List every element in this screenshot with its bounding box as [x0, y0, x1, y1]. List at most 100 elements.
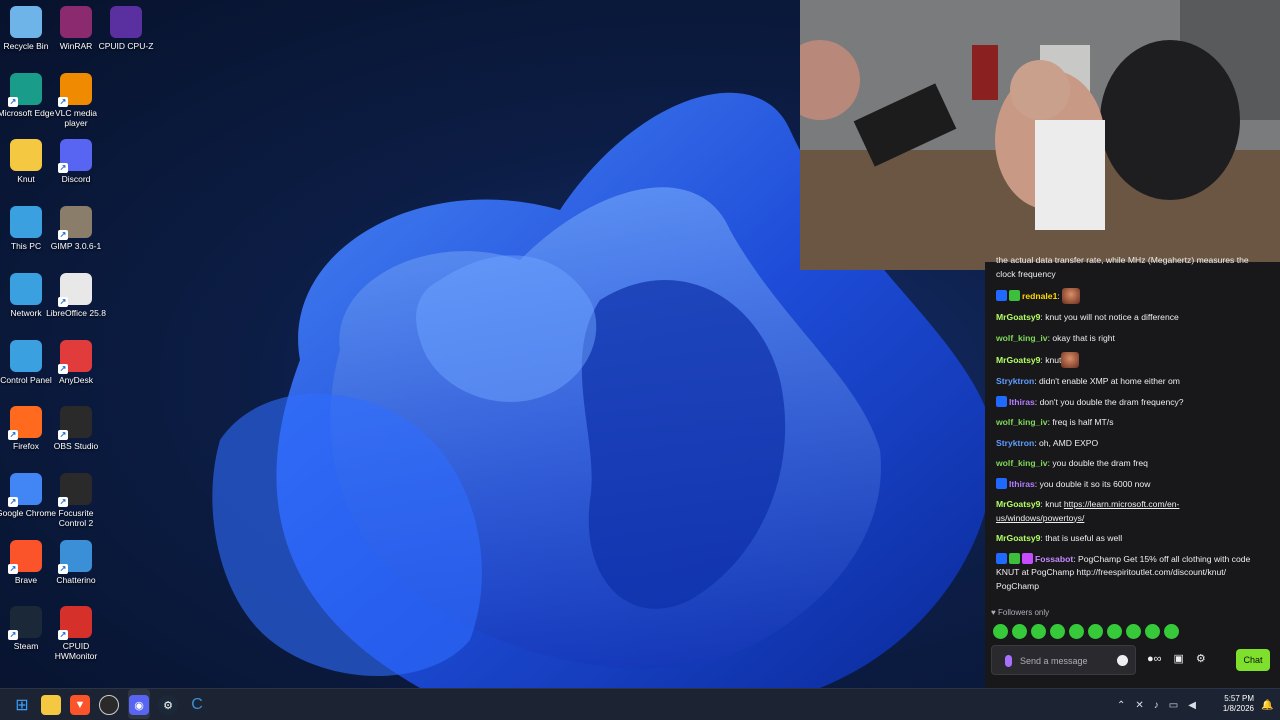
emote[interactable] [1088, 624, 1103, 639]
desktop-shortcut[interactable]: WinRAR [50, 6, 102, 51]
desktop-shortcut[interactable]: ↗ Brave [0, 539, 52, 585]
brave-icon[interactable]: ▼ [70, 695, 90, 715]
chat-emote[interactable] [1062, 288, 1081, 304]
emote[interactable] [1012, 624, 1027, 639]
chatterino-icon[interactable]: C [187, 695, 207, 715]
taskbar-clock[interactable]: 5:57 PM 1/8/2026 [1212, 694, 1254, 714]
chat-message-input[interactable] [1020, 651, 1115, 671]
chat-message: MrGoatsy9: knut you will not notice a di… [996, 311, 1261, 325]
desktop-shortcut[interactable]: Knut [0, 139, 52, 184]
emoji-picker-icon[interactable] [1117, 655, 1128, 666]
desktop-shortcut[interactable]: Network [0, 272, 52, 318]
desktop-shortcut-label: LibreOffice 25.8 [46, 307, 106, 318]
chat-username[interactable]: MrGoatsy9 [996, 499, 1040, 509]
chat-text: that is useful as well [1045, 533, 1123, 543]
chat-username[interactable]: wolf_king_iv [996, 458, 1048, 468]
chat-badge-icon[interactable] [996, 290, 1007, 301]
chat-username[interactable]: Stryktron [996, 376, 1034, 386]
chat-message: MrGoatsy9: that is useful as well [996, 532, 1261, 546]
emote[interactable] [1069, 624, 1084, 639]
chat-username[interactable]: wolf_king_iv [996, 417, 1048, 427]
desktop-shortcut[interactable]: ↗ LibreOffice 25.8 [46, 272, 106, 318]
chat-username[interactable]: rednale1 [1022, 291, 1057, 301]
desktop-shortcut[interactable]: ↗ OBS Studio [50, 406, 102, 451]
chat-username[interactable]: Ithiras [1009, 479, 1035, 489]
display-icon[interactable]: ▭ [1169, 700, 1178, 711]
emote[interactable] [1031, 624, 1046, 639]
desktop-shortcut[interactable]: ↗ VLC media player [50, 72, 102, 128]
chat-badge-icon[interactable] [1009, 552, 1020, 564]
shortcut-arrow-icon: ↗ [58, 363, 68, 374]
webcam-scene [800, 0, 1280, 270]
desktop-shortcut-label: CPUID HWMonitor [54, 641, 98, 662]
desktop-shortcut[interactable]: This PC [0, 206, 52, 251]
shortcut-arrow-icon: ↗ [58, 630, 68, 641]
gimp-icon: ↗ [58, 206, 92, 241]
microphone-icon[interactable] [1005, 655, 1012, 667]
vlc-icon: ↗ [58, 72, 92, 107]
system-tray: ⌃ ✕ ♪ ▭ ◀ [1112, 689, 1201, 720]
steam-icon[interactable]: ⚙ [158, 695, 178, 715]
desktop-shortcut[interactable]: ↗ Discord [50, 139, 102, 184]
chat-username[interactable]: MrGoatsy9 [996, 533, 1040, 543]
desktop-shortcut[interactable]: ↗ Firefox [0, 406, 52, 451]
settings-gear-icon[interactable]: ⚙ [1196, 652, 1206, 665]
shortcut-arrow-icon: ↗ [58, 296, 68, 307]
desktop-shortcut[interactable]: ↗ CPUID HWMonitor [50, 606, 102, 661]
chat-text: didn't enable XMP at home either om [1038, 376, 1180, 386]
chat-badge-icon[interactable] [1009, 290, 1020, 301]
desktop-icons: Recycle Bin WinRAR CPUID CPU-Z ↗ Microsoft E… [0, 0, 160, 688]
windows-start-icon[interactable]: ⊞ [12, 695, 32, 715]
shortcut-arrow-icon: ↗ [8, 496, 18, 507]
desktop-shortcut[interactable]: Control Panel [0, 339, 52, 385]
network-muted-icon[interactable]: ✕ [1135, 700, 1143, 711]
emote-suggestions[interactable] [993, 624, 1179, 639]
desktop-shortcut[interactable]: ↗ Google Chrome [0, 472, 56, 518]
desktop-shortcut[interactable]: ↗ GIMP 3.0.6-1 [50, 206, 102, 251]
discord-icon[interactable]: ◉ [129, 695, 149, 715]
chat-badge-icon[interactable] [1022, 552, 1033, 564]
chat-message: rednale1: [996, 288, 1261, 304]
desktop-shortcut[interactable]: ↗ Chatterino [50, 539, 102, 585]
shortcut-arrow-icon: ↗ [8, 630, 18, 641]
desktop-shortcut-label: VLC media player [54, 107, 98, 128]
chat-username[interactable]: Stryktron [996, 438, 1034, 448]
chat-emote[interactable] [1061, 352, 1080, 368]
chat-message: MrGoatsy9: knut [996, 352, 1261, 368]
emote[interactable] [1126, 624, 1141, 639]
bits-icon[interactable]: ●∞ [1147, 653, 1162, 665]
desktop-shortcut[interactable]: ↗ Focusrite Control 2 [50, 472, 102, 528]
chat-username[interactable]: wolf_king_iv [996, 333, 1048, 343]
chat-message: wolf_king_iv: you double the dram freq [996, 457, 1261, 471]
desktop-shortcut[interactable]: Recycle Bin [0, 6, 52, 51]
chat-username[interactable]: MrGoatsy9 [996, 355, 1040, 365]
chat-username[interactable]: Fossabot [1035, 554, 1073, 564]
microphone-icon[interactable]: ♪ [1154, 700, 1159, 711]
chat-text: you double the dram freq [1052, 458, 1148, 468]
emote[interactable] [1050, 624, 1065, 639]
desktop-shortcut[interactable]: CPUID CPU-Z [99, 6, 153, 51]
gift-icon[interactable]: ▣ [1174, 652, 1184, 665]
emote[interactable] [993, 624, 1008, 639]
chat-badge-icon[interactable] [996, 552, 1007, 564]
chat-send-button[interactable]: Chat [1236, 649, 1270, 671]
desktop-shortcut[interactable]: ↗ Steam [0, 606, 52, 651]
desktop-shortcut[interactable]: ↗ Microsoft Edge [0, 72, 54, 118]
chat-message: wolf_king_iv: freq is half MT/s [996, 416, 1261, 430]
notification-bell-icon[interactable]: 🔔 [1261, 700, 1273, 711]
chat-badge-icon[interactable] [996, 395, 1007, 407]
emote[interactable] [1164, 624, 1179, 639]
volume-icon[interactable]: ◀ [1188, 700, 1196, 711]
chat-badge-icon[interactable] [996, 477, 1007, 489]
chat-username[interactable]: Ithiras [1009, 397, 1035, 407]
file-explorer-icon[interactable] [41, 695, 61, 715]
chevron-up-icon[interactable]: ⌃ [1117, 700, 1125, 711]
chat-username[interactable]: MrGoatsy9 [996, 312, 1040, 322]
shortcut-arrow-icon: ↗ [8, 430, 18, 441]
chat-message: the actual data transfer rate, while MHz… [996, 254, 1261, 281]
emote[interactable] [1107, 624, 1122, 639]
desktop-shortcut[interactable]: ↗ AnyDesk [50, 339, 102, 385]
emote[interactable] [1145, 624, 1160, 639]
chat-input-box[interactable] [991, 645, 1136, 675]
obs-icon[interactable] [99, 695, 119, 715]
